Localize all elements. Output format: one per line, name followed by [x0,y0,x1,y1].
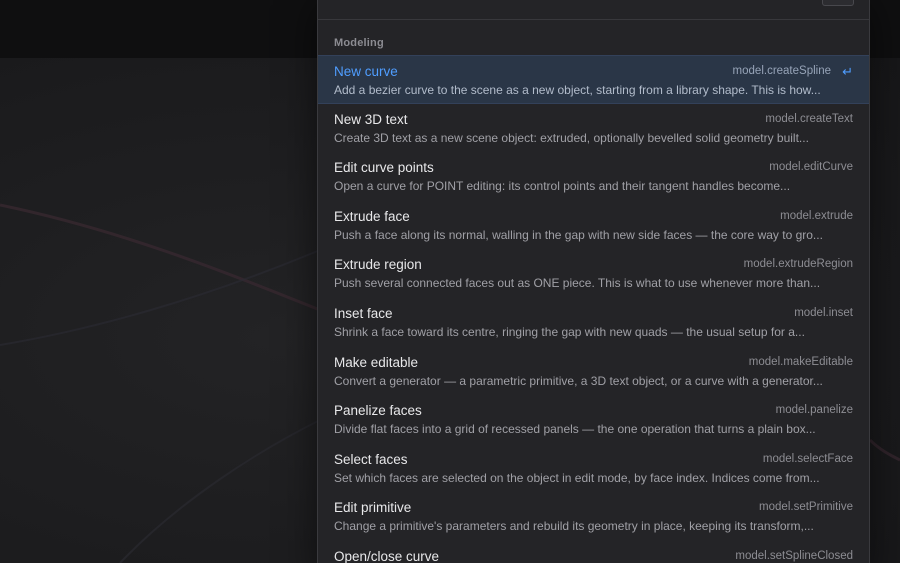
command-description: Push several connected faces out as ONE … [334,276,821,291]
command-id: model.setPrimitive [759,501,853,514]
enter-icon: ↵ [842,64,853,79]
command-list: New curve model.createSpline ↵ Add a bezier… [318,55,869,563]
command-item[interactable]: Edit primitive model.setPrimitive Change a… [318,492,869,541]
command-title: Inset face [334,305,393,321]
command-title: Extrude face [334,208,410,224]
command-item[interactable]: Inset face model.inset Shrink a face towar… [318,298,869,347]
command-id: model.inset [794,306,853,319]
command-description: Change a primitive's parameters and rebu… [334,519,814,534]
command-item[interactable]: Edit curve points model.editCurve Open a c… [318,152,869,201]
command-item[interactable]: Panelize faces model.panelize Divide flat … [318,395,869,444]
command-description: Divide flat faces into a grid of recesse… [334,422,816,437]
section-header: Modeling [334,37,384,49]
command-item[interactable]: Extrude face model.extrude Push a face alo… [318,201,869,250]
command-id: model.createText [765,112,853,125]
command-palette: Modeling New curve model.createSpline ↵ Add… [317,0,870,563]
command-item[interactable]: Extrude region model.extrudeRegion Push se… [318,249,869,298]
command-description: Convert a generator — a parametric primi… [334,373,823,388]
command-id: model.selectFace [762,452,853,465]
command-description: Create 3D text as a new scene object: ex… [334,130,809,145]
command-item[interactable]: New 3D text model.createText Create 3D tex… [318,104,869,153]
command-item[interactable]: Open/close curve model.setSplineClosed [318,541,869,563]
command-description: Add a bezier curve to the scene as a new… [334,83,821,97]
command-item[interactable]: Select faces model.selectFace Set which fa… [318,444,869,493]
command-description: Shrink a face toward its centre, ringing… [334,324,805,339]
command-id: model.setSplineClosed [735,549,853,562]
command-item[interactable]: New curve model.createSpline ↵ Add a bezier… [318,55,869,104]
command-description: Set which faces are selected on the obje… [334,470,820,485]
command-id: model.panelize [775,404,853,417]
command-id: model.extrudeRegion [743,258,853,271]
command-description: Open a curve for POINT editing: its cont… [334,179,791,194]
command-item[interactable]: Make editable model.makeEditable Convert a… [318,347,869,396]
command-id: model.makeEditable [748,355,853,368]
search-row[interactable] [318,0,869,20]
command-description: Push a face along its normal, walling in… [334,227,823,242]
command-id: model.editCurve [769,161,853,174]
shortcut-key-badge [822,0,854,6]
command-id: model.extrude [780,209,853,222]
command-id: model.createSpline [732,65,831,77]
search-icon [335,0,347,5]
